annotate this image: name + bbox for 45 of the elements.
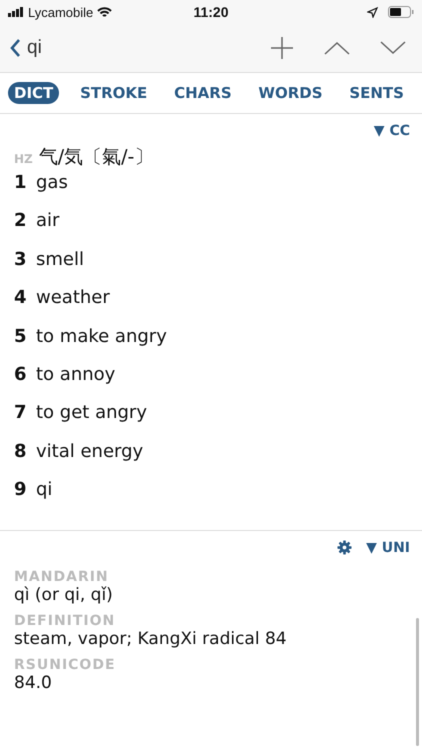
back-button[interactable]: qi [10,37,42,59]
chevron-left-icon [10,38,21,58]
tab[interactable]: DICT [8,82,60,104]
sense-text: gas [36,172,68,193]
sense-number: 1 [14,172,26,193]
sense-number: 2 [14,210,26,232]
gear-icon[interactable] [337,540,352,556]
field-value: qì (or qi, qǐ) [14,584,114,605]
sense-text: smell [36,248,84,270]
wifi-icon [97,6,112,18]
sense-number: 9 [14,479,26,500]
field-label: RSUNICODE [14,656,117,673]
sense-text: to make angry [36,326,167,347]
sense-number: 8 [14,440,26,462]
clock-time: 11:20 [193,4,229,20]
sense-text: to get angry [36,402,147,424]
signal-icon [8,7,24,17]
tab[interactable]: SENTS [343,82,410,104]
source-toggle[interactable]: ▼ CC [374,123,410,139]
sense-number: 6 [14,364,26,385]
sense-text: to annoy [36,364,116,385]
location-icon [366,6,378,18]
chevron-up-icon[interactable] [324,41,350,55]
add-icon[interactable] [270,36,294,60]
sense-number: 3 [14,248,26,270]
tab[interactable]: STROKE [74,82,154,104]
battery-icon [388,6,414,18]
field-value: steam, vapor; KangXi radical 84 [14,628,288,649]
headword: 气/気〔氣/-〕 [38,145,154,170]
field-label: DEFINITION [14,612,116,629]
tab[interactable]: CHARS [168,82,238,104]
sense-number: 4 [14,287,26,308]
carrier-name: Lycamobile [28,4,94,20]
field-value: 84.0 [14,672,53,693]
source-toggle[interactable]: ▼ UNI [366,540,410,556]
tab[interactable]: WORDS [252,82,329,104]
script-tag: HZ [14,152,33,166]
sense-text: qi [36,479,52,500]
sense-number: 7 [14,402,26,424]
chevron-down-icon[interactable] [380,41,406,55]
sense-text: air [36,210,60,232]
sense-text: weather [36,287,110,308]
sense-text: vital energy [36,440,144,462]
field-label: MANDARIN [14,568,110,585]
sense-number: 5 [14,326,26,347]
